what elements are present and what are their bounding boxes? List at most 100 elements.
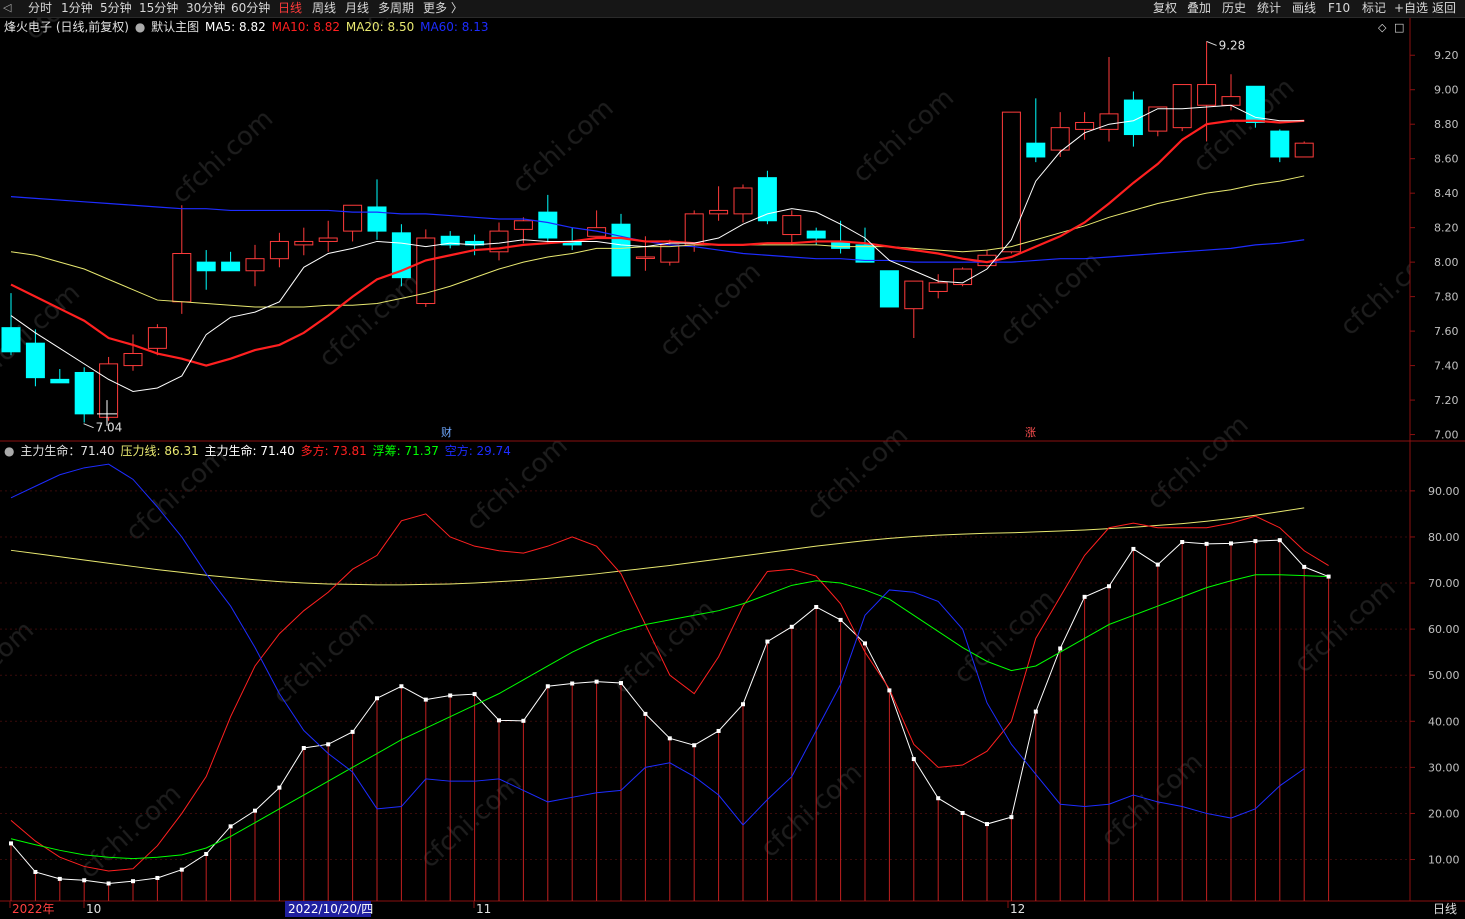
- candle-body: [99, 363, 119, 418]
- period-tab-0[interactable]: 分时: [28, 1, 52, 16]
- life-dot: [765, 639, 770, 644]
- candle-body: [50, 378, 70, 384]
- candle-body: [416, 237, 436, 305]
- life-dot: [887, 688, 892, 693]
- candle-body: [269, 240, 289, 260]
- candle-body: [904, 280, 924, 310]
- tool-button-1[interactable]: 叠加: [1187, 1, 1211, 16]
- candle-body: [343, 204, 363, 232]
- sub-toggle-icon[interactable]: ●: [4, 444, 14, 458]
- life-dot: [350, 729, 355, 734]
- tool-button-6[interactable]: 标记: [1362, 1, 1386, 16]
- float-label: 浮筹: 71.37: [372, 444, 439, 458]
- price-tick-label: 7.20: [1434, 394, 1459, 407]
- sub-legend: ● 主力生命：71.40 压力线: 86.31 主力生命: 71.40 多方: …: [4, 443, 513, 459]
- life-dot: [741, 702, 745, 707]
- life-dot: [82, 878, 87, 883]
- life-dot: [228, 824, 233, 829]
- candle-body: [635, 256, 655, 259]
- life-dot: [399, 684, 404, 689]
- life-dot: [594, 679, 599, 684]
- candle-body: [245, 258, 265, 272]
- candle-body: [928, 282, 948, 292]
- candle-body: [709, 209, 729, 215]
- stock-chart[interactable]: cfchi.com 9.287.04财涨 9.209.008.808.608.4…: [0, 18, 1465, 919]
- indicator-toggle-icon[interactable]: ●: [135, 20, 145, 34]
- candle-body: [684, 213, 704, 246]
- life-dot: [1253, 539, 1258, 544]
- period-tab-10[interactable]: 更多 〉: [423, 1, 463, 16]
- period-tab-5[interactable]: 60分钟: [231, 1, 270, 16]
- period-tab-2[interactable]: 5分钟: [100, 1, 132, 16]
- life-dot: [1107, 584, 1111, 589]
- candle-body: [1075, 121, 1095, 130]
- life-dot: [57, 876, 62, 881]
- tool-button-3[interactable]: 统计: [1257, 1, 1281, 16]
- candle-body: [25, 342, 45, 379]
- short-label: 空方: 29.74: [444, 444, 511, 458]
- tool-button-5[interactable]: F10: [1328, 1, 1350, 16]
- candle-body: [196, 261, 216, 272]
- candle-body: [294, 240, 314, 246]
- period-tab-7[interactable]: 周线: [312, 1, 336, 16]
- life-dot: [667, 736, 672, 741]
- time-label: 12: [1010, 902, 1025, 916]
- life-dot: [423, 697, 428, 702]
- life-dot: [1302, 564, 1307, 569]
- candle-body: [318, 237, 338, 242]
- price-tick-label: 9.00: [1434, 84, 1459, 97]
- sub-tick-label: 40.00: [1428, 715, 1460, 728]
- tool-button-7[interactable]: +自选: [1394, 1, 1428, 16]
- period-tab-3[interactable]: 15分钟: [139, 1, 178, 16]
- candle-body: [513, 220, 533, 230]
- candle-body: [147, 327, 167, 349]
- tool-button-8[interactable]: 返回: [1432, 1, 1456, 16]
- diamond-icon[interactable]: ◇: [1378, 21, 1386, 34]
- candle-body: [611, 223, 631, 277]
- period-tab-8[interactable]: 月线: [345, 1, 369, 16]
- candle-body: [1026, 142, 1046, 158]
- candle-body: [1148, 106, 1168, 132]
- sub-tick-label: 70.00: [1428, 577, 1460, 590]
- life-dot: [375, 696, 379, 701]
- pressure-label: 压力线: 86.31: [120, 444, 199, 458]
- life-dot: [960, 810, 965, 815]
- panel-settings-icon[interactable]: □: [1394, 21, 1404, 34]
- candle-body: [1221, 96, 1241, 106]
- life-dot: [1277, 538, 1282, 543]
- period-tab-6[interactable]: 日线: [278, 1, 302, 16]
- sub-title[interactable]: 主力生命：71.40: [20, 444, 114, 458]
- life-dot: [1131, 546, 1136, 551]
- candle-body: [221, 261, 241, 272]
- time-label: 2022年: [12, 902, 55, 916]
- life-dot: [179, 867, 184, 872]
- life-dot: [643, 711, 648, 716]
- back-arrow-icon[interactable]: ◁: [3, 1, 11, 14]
- candle-body: [1172, 84, 1192, 129]
- long-label: 多方: 73.81: [300, 444, 367, 458]
- candle-body: [806, 230, 826, 239]
- cursor-date-label: 2022/10/20/四: [288, 902, 373, 916]
- price-tick-label: 9.20: [1434, 49, 1459, 62]
- bottom-period-label[interactable]: 日线: [1433, 900, 1457, 917]
- period-tab-1[interactable]: 1分钟: [61, 1, 93, 16]
- high-label: 9.28: [1219, 38, 1246, 52]
- candle-body: [782, 215, 802, 236]
- tool-button-4[interactable]: 画线: [1292, 1, 1316, 16]
- price-tick-label: 7.60: [1434, 325, 1459, 338]
- tool-button-2[interactable]: 历史: [1222, 1, 1246, 16]
- stock-title[interactable]: 烽火电子 (日线,前复权): [4, 20, 129, 34]
- candle-body: [123, 353, 143, 367]
- period-tab-9[interactable]: 多周期: [378, 1, 414, 16]
- life-dot: [838, 617, 843, 622]
- indicator-name[interactable]: 默认主图: [151, 20, 199, 34]
- life-label: 主力生命: 71.40: [204, 444, 295, 458]
- life-dot: [33, 869, 38, 874]
- period-tab-4[interactable]: 30分钟: [186, 1, 225, 16]
- candle-body: [660, 244, 680, 263]
- candle-body: [1197, 84, 1217, 106]
- life-dot: [1058, 646, 1063, 651]
- tool-button-0[interactable]: 复权: [1153, 1, 1177, 16]
- ma10-label: MA10: 8.82: [271, 20, 341, 34]
- sub-tick-label: 60.00: [1428, 623, 1460, 636]
